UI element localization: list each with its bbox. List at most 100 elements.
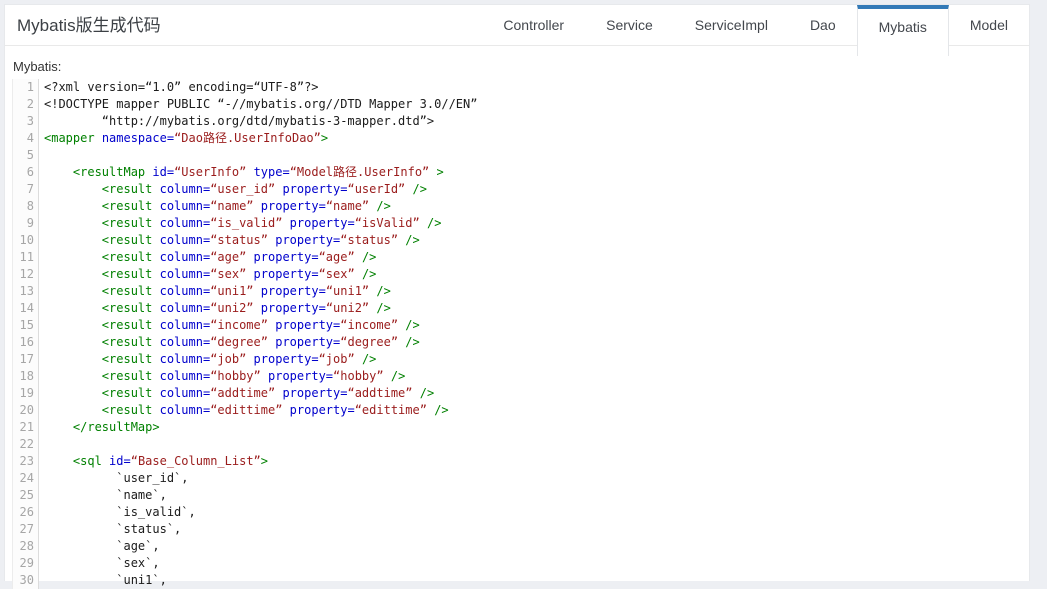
code-line: 25 `name`, xyxy=(5,487,1029,504)
line-number: 1 xyxy=(12,79,39,96)
code-line-text xyxy=(39,147,44,164)
code-line-text xyxy=(39,436,44,453)
line-number: 13 xyxy=(12,283,39,300)
code-line: 5 xyxy=(5,147,1029,164)
code-line-text: <result column=“is_valid” property=“isVa… xyxy=(39,215,441,232)
code-viewer: 1<?xml version=“1.0” encoding=“UTF-8”?>2… xyxy=(5,79,1029,589)
tab-service[interactable]: Service xyxy=(585,5,674,46)
code-language-label: Mybatis: xyxy=(13,59,1029,74)
code-line: 8 <result column=“name” property=“name” … xyxy=(5,198,1029,215)
code-line: 28 `age`, xyxy=(5,538,1029,555)
code-line-text: <result column=“degree” property=“degree… xyxy=(39,334,420,351)
line-number: 18 xyxy=(12,368,39,385)
code-line: 12 <result column=“sex” property=“sex” /… xyxy=(5,266,1029,283)
code-line-text: `name`, xyxy=(39,487,167,504)
code-line-text: <result column=“edittime” property=“edit… xyxy=(39,402,449,419)
tab-controller[interactable]: Controller xyxy=(482,5,585,46)
code-line-text: <result column=“user_id” property=“userI… xyxy=(39,181,427,198)
line-number: 6 xyxy=(12,164,39,181)
code-line: 22 xyxy=(5,436,1029,453)
code-line: 24 `user_id`, xyxy=(5,470,1029,487)
code-line: 19 <result column=“addtime” property=“ad… xyxy=(5,385,1029,402)
code-line-text: `status`, xyxy=(39,521,181,538)
line-number: 22 xyxy=(12,436,39,453)
line-number: 16 xyxy=(12,334,39,351)
code-line-text: <result column=“uni2” property=“uni2” /> xyxy=(39,300,391,317)
code-line-text: </resultMap> xyxy=(39,419,160,436)
line-number: 28 xyxy=(12,538,39,555)
code-line: 7 <result column=“user_id” property=“use… xyxy=(5,181,1029,198)
line-number: 9 xyxy=(12,215,39,232)
line-number: 19 xyxy=(12,385,39,402)
line-number: 12 xyxy=(12,266,39,283)
code-line-text: <!DOCTYPE mapper PUBLIC “-//mybatis.org/… xyxy=(39,96,477,113)
line-number: 17 xyxy=(12,351,39,368)
line-number: 29 xyxy=(12,555,39,572)
code-line: 10 <result column=“status” property=“sta… xyxy=(5,232,1029,249)
code-line: 21 </resultMap> xyxy=(5,419,1029,436)
code-line: 11 <result column=“age” property=“age” /… xyxy=(5,249,1029,266)
code-line-text: `is_valid`, xyxy=(39,504,196,521)
line-number: 15 xyxy=(12,317,39,334)
line-number: 25 xyxy=(12,487,39,504)
code-line-text: <result column=“sex” property=“sex” /> xyxy=(39,266,376,283)
code-line: 9 <result column=“is_valid” property=“is… xyxy=(5,215,1029,232)
line-number: 4 xyxy=(12,130,39,147)
code-line-text: <result column=“age” property=“age” /> xyxy=(39,249,376,266)
code-line: 2<!DOCTYPE mapper PUBLIC “-//mybatis.org… xyxy=(5,96,1029,113)
line-number: 27 xyxy=(12,521,39,538)
code-line-text: <result column=“name” property=“name” /> xyxy=(39,198,391,215)
code-line-text: <result column=“addtime” property=“addti… xyxy=(39,385,434,402)
line-number: 5 xyxy=(12,147,39,164)
code-line-text: `age`, xyxy=(39,538,160,555)
code-line: 3 “http://mybatis.org/dtd/mybatis-3-mapp… xyxy=(5,113,1029,130)
code-line: 18 <result column=“hobby” property=“hobb… xyxy=(5,368,1029,385)
code-line: 27 `status`, xyxy=(5,521,1029,538)
code-line: 26 `is_valid`, xyxy=(5,504,1029,521)
header: Mybatis版生成代码 ControllerServiceServiceImp… xyxy=(5,5,1029,46)
code-line: 16 <result column=“degree” property=“deg… xyxy=(5,334,1029,351)
code-line: 15 <result column=“income” property=“inc… xyxy=(5,317,1029,334)
line-number: 7 xyxy=(12,181,39,198)
code-line: 13 <result column=“uni1” property=“uni1”… xyxy=(5,283,1029,300)
line-number: 8 xyxy=(12,198,39,215)
code-line-text: <result column=“job” property=“job” /> xyxy=(39,351,376,368)
line-number: 14 xyxy=(12,300,39,317)
line-number: 2 xyxy=(12,96,39,113)
code-line-text: <result column=“status” property=“status… xyxy=(39,232,420,249)
code-line: 6 <resultMap id=“UserInfo” type=“Model路径… xyxy=(5,164,1029,181)
line-number: 23 xyxy=(12,453,39,470)
line-number: 20 xyxy=(12,402,39,419)
code-line-text: <result column=“hobby” property=“hobby” … xyxy=(39,368,405,385)
code-line-text: “http://mybatis.org/dtd/mybatis-3-mapper… xyxy=(39,113,434,130)
content-card: Mybatis版生成代码 ControllerServiceServiceImp… xyxy=(4,4,1030,581)
code-line-text: `sex`, xyxy=(39,555,160,572)
code-line-text: <resultMap id=“UserInfo” type=“Model路径.U… xyxy=(39,164,444,181)
line-number: 26 xyxy=(12,504,39,521)
code-line-text: <?xml version=“1.0” encoding=“UTF-8”?> xyxy=(39,79,319,96)
line-number: 11 xyxy=(12,249,39,266)
code-line: 4<mapper namespace=“Dao路径.UserInfoDao”> xyxy=(5,130,1029,147)
code-line: 1<?xml version=“1.0” encoding=“UTF-8”?> xyxy=(5,79,1029,96)
code-line: 14 <result column=“uni2” property=“uni2”… xyxy=(5,300,1029,317)
code-line-text: <mapper namespace=“Dao路径.UserInfoDao”> xyxy=(39,130,328,147)
tab-dao[interactable]: Dao xyxy=(789,5,857,46)
line-number: 21 xyxy=(12,419,39,436)
code-line-text: <sql id=“Base_Column_List”> xyxy=(39,453,268,470)
line-number: 24 xyxy=(12,470,39,487)
code-line-text: <result column=“uni1” property=“uni1” /> xyxy=(39,283,391,300)
page-title: Mybatis版生成代码 xyxy=(17,5,161,46)
code-line: 20 <result column=“edittime” property=“e… xyxy=(5,402,1029,419)
code-line: 17 <result column=“job” property=“job” /… xyxy=(5,351,1029,368)
code-panel: Mybatis: 1<?xml version=“1.0” encoding=“… xyxy=(5,46,1029,589)
tab-serviceimpl[interactable]: ServiceImpl xyxy=(674,5,789,46)
tab-mybatis[interactable]: Mybatis xyxy=(857,5,949,56)
code-line: 23 <sql id=“Base_Column_List”> xyxy=(5,453,1029,470)
line-number: 10 xyxy=(12,232,39,249)
code-line-text: `user_id`, xyxy=(39,470,189,487)
tab-bar: ControllerServiceServiceImplDaoMybatisMo… xyxy=(482,5,1029,46)
code-line: 29 `sex`, xyxy=(5,555,1029,572)
code-line-text: <result column=“income” property=“income… xyxy=(39,317,420,334)
tab-model[interactable]: Model xyxy=(949,5,1029,46)
line-number: 3 xyxy=(12,113,39,130)
